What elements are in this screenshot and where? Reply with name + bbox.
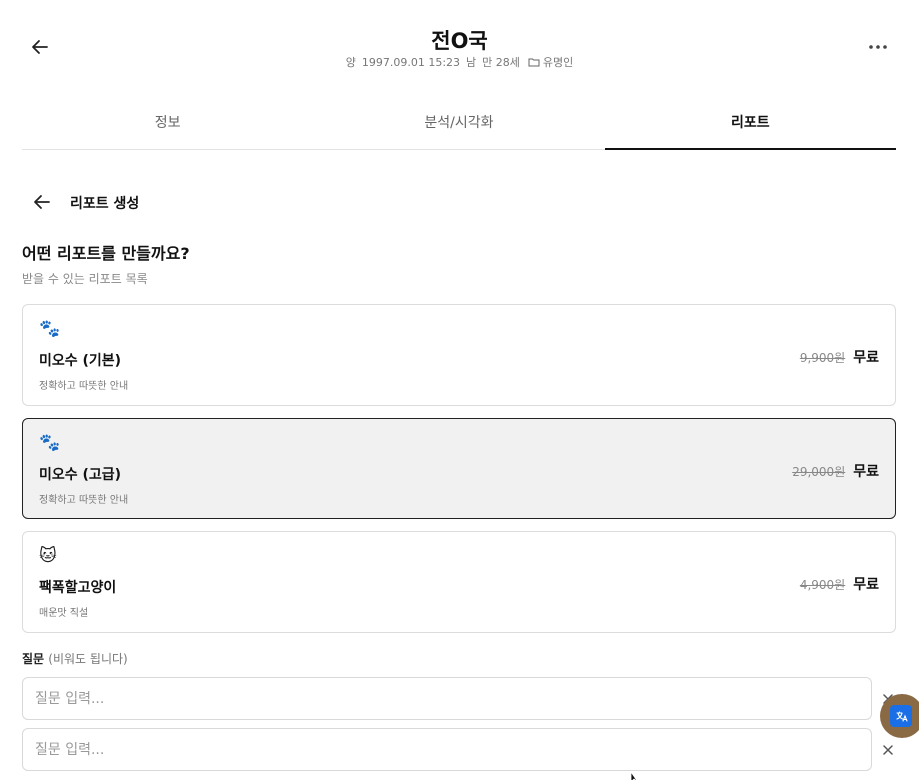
group-tag: 유명인 [528, 54, 573, 70]
profile-header: 전O국 양 1997.09.01 15:23 남 만 28세 유명인 [0, 0, 919, 90]
tab-info[interactable]: 정보 [22, 104, 313, 149]
report-card-basic[interactable]: 🐾 미오수 (기본) 정확하고 따뜻한 안내 9,900원 무료 [22, 304, 896, 406]
close-icon [883, 745, 893, 755]
report-price: 9,900원 무료 [800, 347, 879, 367]
birth-datetime: 1997.09.01 15:23 [361, 55, 461, 69]
report-price: 4,900원 무료 [800, 574, 879, 594]
folder-icon [528, 58, 540, 67]
arrow-left-icon [34, 195, 50, 209]
gender: 남 [466, 56, 477, 69]
tab-analysis[interactable]: 분석/시각화 [313, 104, 604, 149]
tab-report[interactable]: 리포트 [604, 104, 897, 150]
original-price: 29,000원 [792, 465, 846, 479]
paw-icon: 🐾 [39, 319, 61, 339]
question-input-1[interactable] [22, 677, 872, 720]
report-name: 미오수 (고급) [39, 467, 122, 483]
mouse-cursor-icon [630, 772, 638, 780]
questions-hint: (비워도 됩니다) [48, 652, 128, 666]
current-price: 무료 [853, 577, 879, 593]
group-label: 유명인 [542, 56, 574, 69]
calendar-type: 양 [345, 56, 356, 69]
more-button[interactable] [864, 33, 892, 61]
floating-action-button[interactable] [880, 694, 919, 738]
questions-label-text: 질문 [22, 652, 45, 666]
profile-name: 전O국 [431, 29, 488, 53]
section-back-button[interactable] [28, 188, 56, 216]
report-desc: 매운맛 직설 [39, 608, 89, 619]
report-name: 팩폭할고양이 [39, 580, 117, 596]
current-price: 무료 [853, 464, 879, 480]
original-price: 9,900원 [799, 351, 846, 365]
cat-icon: 🐱 [39, 546, 57, 566]
report-name: 미오수 (기본) [39, 353, 122, 369]
report-desc: 정확하고 따뜻한 안내 [39, 381, 129, 392]
paw-icon: 🐾 [39, 433, 61, 453]
report-desc: 정확하고 따뜻한 안내 [39, 495, 129, 506]
profile-meta: 양 1997.09.01 15:23 남 만 28세 유명인 [0, 54, 919, 70]
tab-bar: 정보 분석/시각화 리포트 [22, 104, 897, 150]
section-title: 리포트 생성 [70, 196, 140, 212]
report-page: 전O국 양 1997.09.01 15:23 남 만 28세 유명인 정보 분석… [0, 0, 919, 780]
age: 만 28세 [482, 56, 520, 69]
question-input-2[interactable] [22, 728, 872, 771]
original-price: 4,900원 [799, 578, 846, 592]
report-card-premium[interactable]: 🐾 미오수 (고급) 정확하고 따뜻한 안내 29,000원 무료 [22, 418, 896, 519]
questions-label: 질문 (비워도 됩니다) [22, 650, 128, 667]
clear-question-2-button[interactable] [878, 740, 898, 760]
report-price: 29,000원 무료 [792, 461, 879, 481]
report-list-subtitle: 받을 수 있는 리포트 목록 [22, 272, 148, 286]
more-horizontal-icon [869, 45, 887, 49]
report-question: 어떤 리포트를 만들까요? [22, 244, 190, 263]
report-card-cat[interactable]: 🐱 팩폭할고양이 매운맛 직설 4,900원 무료 [22, 531, 896, 633]
current-price: 무료 [853, 350, 879, 366]
translate-icon [890, 705, 912, 727]
